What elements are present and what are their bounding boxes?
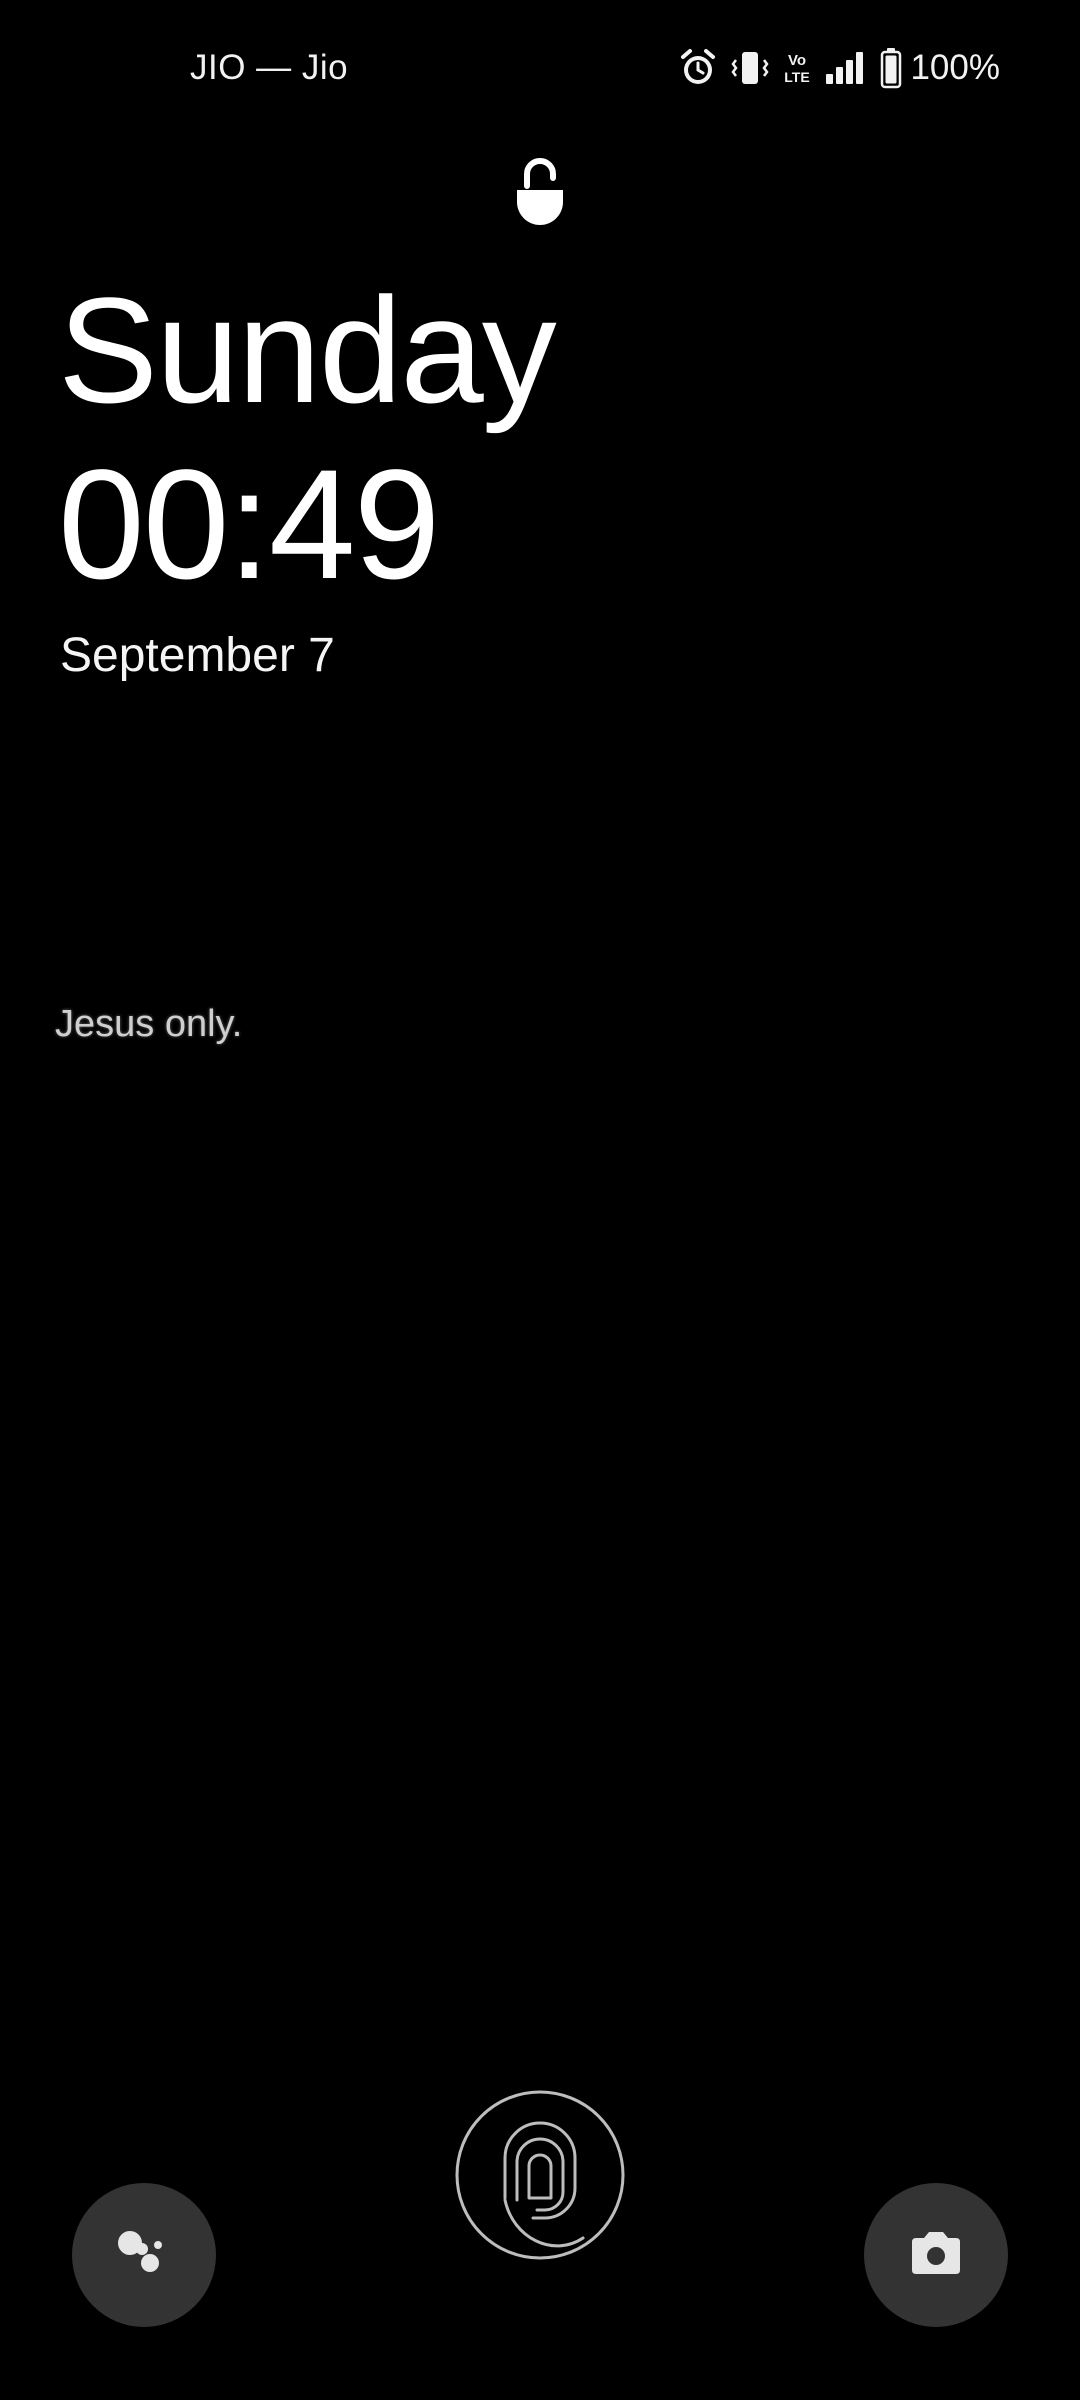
alarm-icon xyxy=(680,48,716,88)
date-label: September 7 xyxy=(60,629,335,682)
assistant-icon xyxy=(114,2223,174,2288)
assistant-button[interactable] xyxy=(72,2183,216,2327)
fingerprint-icon[interactable] xyxy=(453,2088,627,2262)
volte-icon: Vo LTE xyxy=(784,48,810,88)
day-of-week: Sunday xyxy=(58,266,557,434)
svg-text:LTE: LTE xyxy=(785,69,810,85)
camera-button[interactable] xyxy=(864,2183,1008,2327)
owner-message: Jesus only. xyxy=(55,1003,243,1045)
battery-icon xyxy=(880,47,902,89)
carrier-label: JIO — Jio xyxy=(190,48,349,87)
battery-percent: 100% xyxy=(910,48,1000,87)
vibrate-icon xyxy=(730,48,770,88)
svg-text:Vo: Vo xyxy=(788,52,806,69)
lock-icon xyxy=(513,156,567,228)
status-icons: Vo LTE 100% xyxy=(680,46,1000,90)
camera-icon xyxy=(908,2228,964,2283)
signal-icon xyxy=(824,48,866,88)
clock-time: 00:49 xyxy=(58,438,440,612)
status-bar: JIO — Jio Vo LTE 100% xyxy=(0,0,1080,150)
